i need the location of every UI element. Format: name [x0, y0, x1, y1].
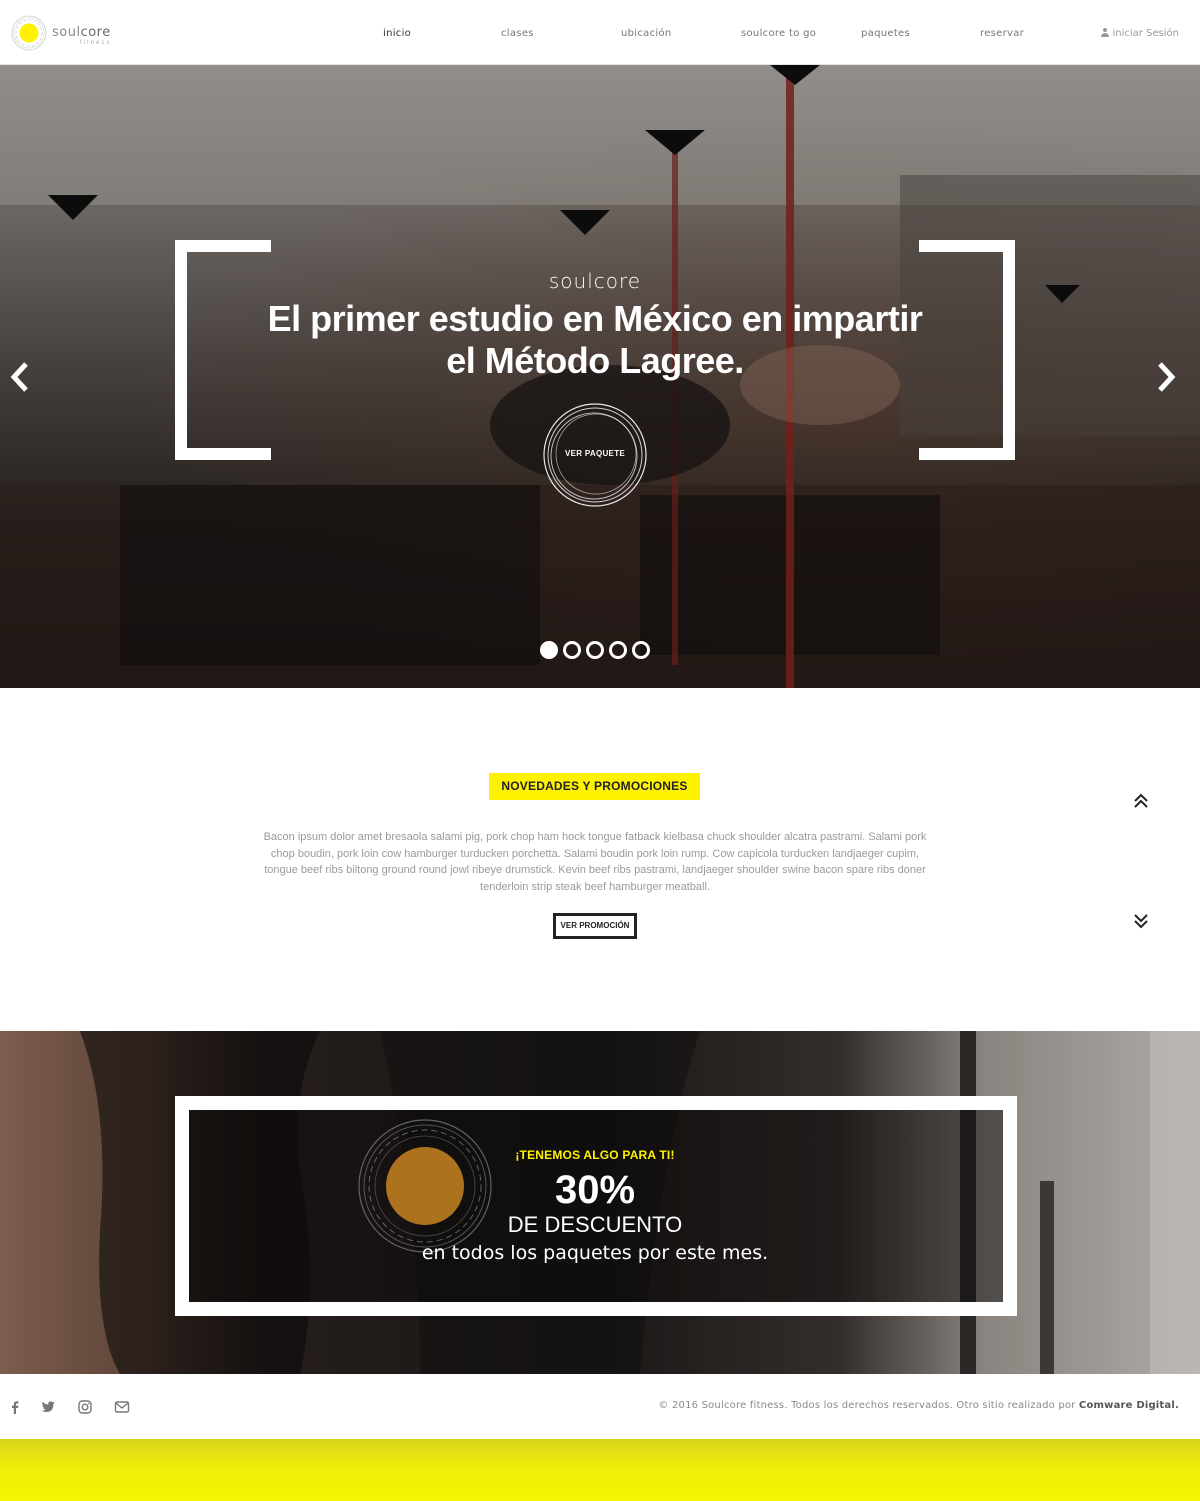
ver-paquete-button[interactable]: VER PAQUETE [542, 402, 648, 508]
nav-item-ubicacion[interactable]: ubicación [621, 28, 672, 39]
slider-dot-1[interactable] [540, 641, 558, 659]
discount-banner: ¡TENEMOS ALGO PARA TI! 30% DE DESCUENTO … [0, 1031, 1200, 1374]
nav-item-inicio[interactable]: inicio [383, 28, 411, 39]
hero-title-line-2: el Método Lagree. [446, 340, 744, 381]
logo-sun-icon [11, 15, 47, 51]
banner-discount-label: DE DESCUENTO [507, 1212, 683, 1237]
chevron-right-icon[interactable] [1154, 361, 1178, 393]
banner-discount-percent: 30% [554, 1168, 636, 1212]
user-icon [1101, 28, 1110, 37]
banner-discount-detail: en todos los paquetes por este mes. [421, 1242, 769, 1264]
slider-dot-4[interactable] [609, 641, 627, 659]
slider-dot-2[interactable] [563, 641, 581, 659]
nav-item-clases[interactable]: clases [501, 28, 534, 39]
chevron-left-icon[interactable] [8, 361, 32, 393]
slider-dot-5[interactable] [632, 641, 650, 659]
mail-icon[interactable] [114, 1399, 130, 1415]
instagram-icon[interactable] [77, 1399, 93, 1415]
logo-wordmark: soulcore [52, 25, 111, 40]
slider-dot-3[interactable] [586, 641, 604, 659]
login-link[interactable]: iniciar Sesión [1101, 28, 1179, 39]
ver-paquete-label: VER PAQUETE [564, 449, 626, 458]
double-chevron-down-icon[interactable] [1132, 913, 1150, 929]
promo-section-tag: NOVEDADES Y PROMOCIONES [489, 773, 700, 800]
hero-title: El primer estudio en México en impartir … [0, 298, 1190, 382]
footer: © 2016 Soulcore fitness. Todos los derec… [0, 1374, 1200, 1439]
agency-credit-link[interactable]: Comware Digital. [1079, 1400, 1179, 1411]
twitter-icon[interactable] [40, 1399, 56, 1415]
copyright-text: © 2016 Soulcore fitness. Todos los derec… [658, 1400, 1179, 1411]
nav-item-soulcore-to-go[interactable]: soulcore to go [741, 28, 816, 39]
footer-accent-band [0, 1439, 1200, 1501]
logo-tagline: fitness [80, 40, 112, 46]
brand-logo[interactable]: soulcore fitness [10, 14, 120, 54]
facebook-icon[interactable] [7, 1399, 23, 1415]
hero-slider: soulcore El primer estudio en México en … [0, 65, 1200, 688]
promo-description: Bacon ipsum dolor amet bresaola salami p… [263, 831, 927, 893]
hero-kicker: soulcore [548, 269, 642, 293]
double-chevron-up-icon[interactable] [1132, 793, 1150, 809]
hero-title-line-1: El primer estudio en México en impartir [267, 298, 923, 339]
banner-kicker: ¡TENEMOS ALGO PARA TI! [515, 1148, 675, 1162]
nav-item-reservar[interactable]: reservar [980, 28, 1024, 39]
ver-promocion-button[interactable]: VER PROMOCIÓN [553, 913, 637, 939]
login-label: iniciar Sesión [1112, 28, 1179, 39]
top-navbar: soulcore fitness inicio clases ubicación… [0, 0, 1200, 65]
nav-item-paquetes[interactable]: paquetes [861, 28, 910, 39]
